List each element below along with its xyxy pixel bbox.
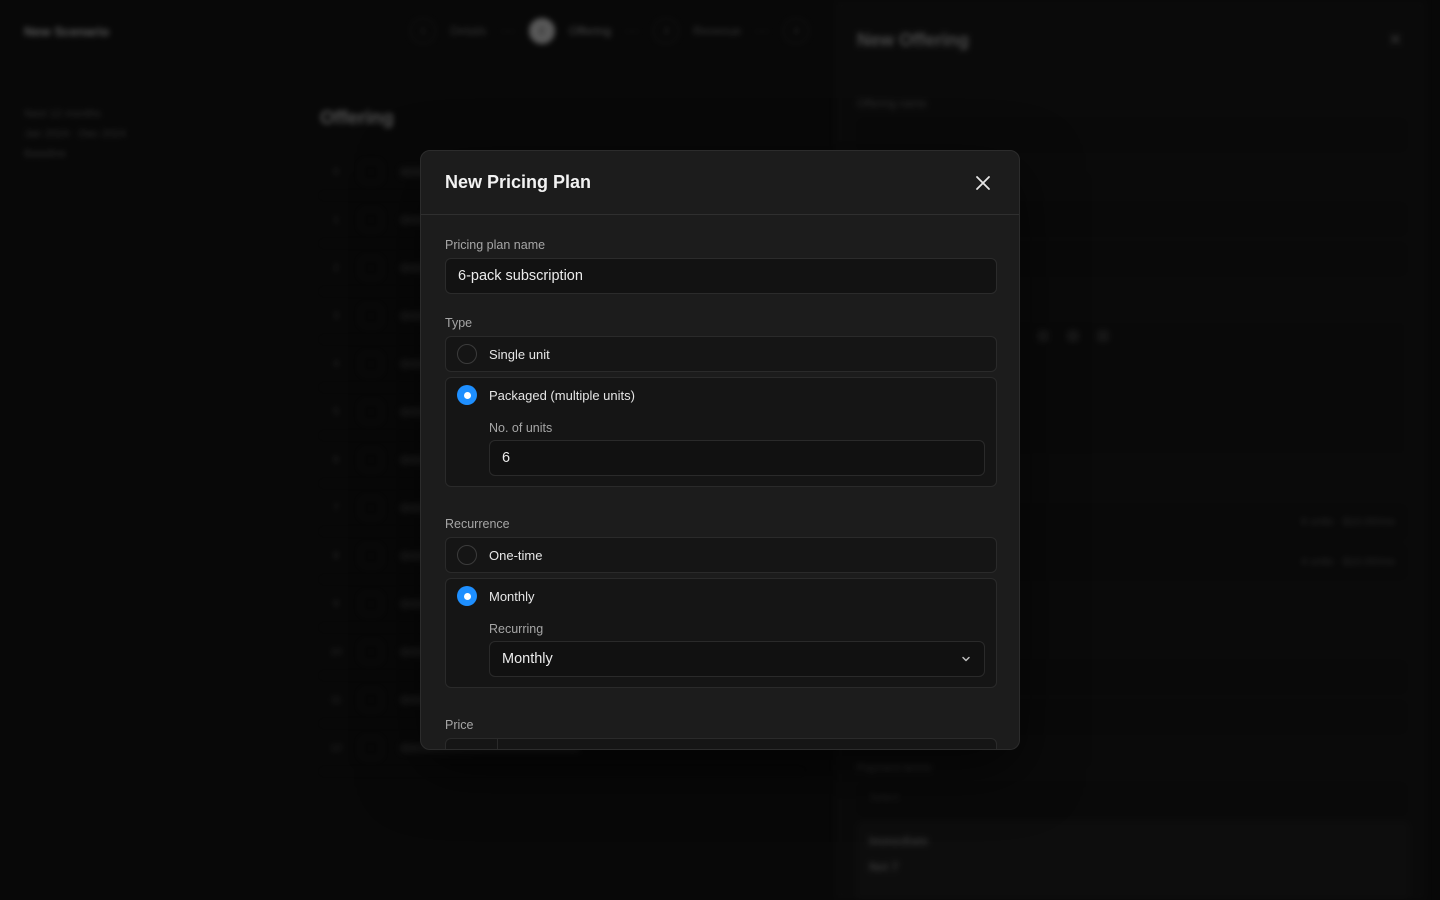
option-label: One-time <box>489 547 543 563</box>
modal-header: New Pricing Plan <box>421 151 1019 215</box>
plan-name-input[interactable]: 6-pack subscription <box>445 258 997 294</box>
recurrence-option-monthly[interactable]: Monthly Recurring Monthly <box>445 578 997 688</box>
price-input-row: $ Search <box>445 738 997 749</box>
recurrence-group: Recurrence One-time Monthly Recurring Mo… <box>445 517 997 688</box>
radio-checked[interactable] <box>457 586 477 606</box>
plan-name-label: Pricing plan name <box>445 238 546 252</box>
type-option-single-unit[interactable]: Single unit <box>445 336 997 372</box>
units-value: 6 <box>502 450 511 466</box>
price-search-input[interactable]: Search <box>498 748 556 749</box>
units-label: No. of units <box>489 421 553 435</box>
option-label: Monthly <box>489 588 535 604</box>
modal-title: New Pricing Plan <box>445 172 592 192</box>
radio-unchecked[interactable] <box>457 344 477 364</box>
option-label: Packaged (multiple units) <box>489 387 635 403</box>
chevron-down-icon <box>962 656 970 662</box>
price-group: Price $ Search <box>445 718 997 749</box>
plan-name-group: Pricing plan name 6-pack subscription <box>445 238 997 294</box>
recurrence-label: Recurrence <box>445 517 510 531</box>
price-label: Price <box>445 718 474 732</box>
option-label: Single unit <box>489 346 550 362</box>
recurrence-option-one-time[interactable]: One-time <box>445 537 997 573</box>
type-option-packaged[interactable]: Packaged (multiple units) No. of units 6 <box>445 377 997 487</box>
units-input[interactable]: 6 <box>489 440 985 476</box>
currency-select[interactable]: $ <box>446 739 498 749</box>
recurring-value: Monthly <box>502 651 553 667</box>
recurring-label: Recurring <box>489 622 544 636</box>
currency-symbol: $ <box>457 748 465 749</box>
type-group: Type Single unit Packaged (multiple unit… <box>445 316 997 487</box>
recurring-select[interactable]: Monthly <box>489 641 985 677</box>
radio-unchecked[interactable] <box>457 545 477 565</box>
close-button[interactable] <box>971 171 995 195</box>
close-icon <box>976 175 990 190</box>
new-pricing-plan-modal: New Pricing Plan Pricing plan name 6-pac… <box>420 150 1020 750</box>
modal-body: Pricing plan name 6-pack subscription Ty… <box>421 215 1019 749</box>
type-label: Type <box>445 316 473 330</box>
radio-checked[interactable] <box>457 385 477 405</box>
